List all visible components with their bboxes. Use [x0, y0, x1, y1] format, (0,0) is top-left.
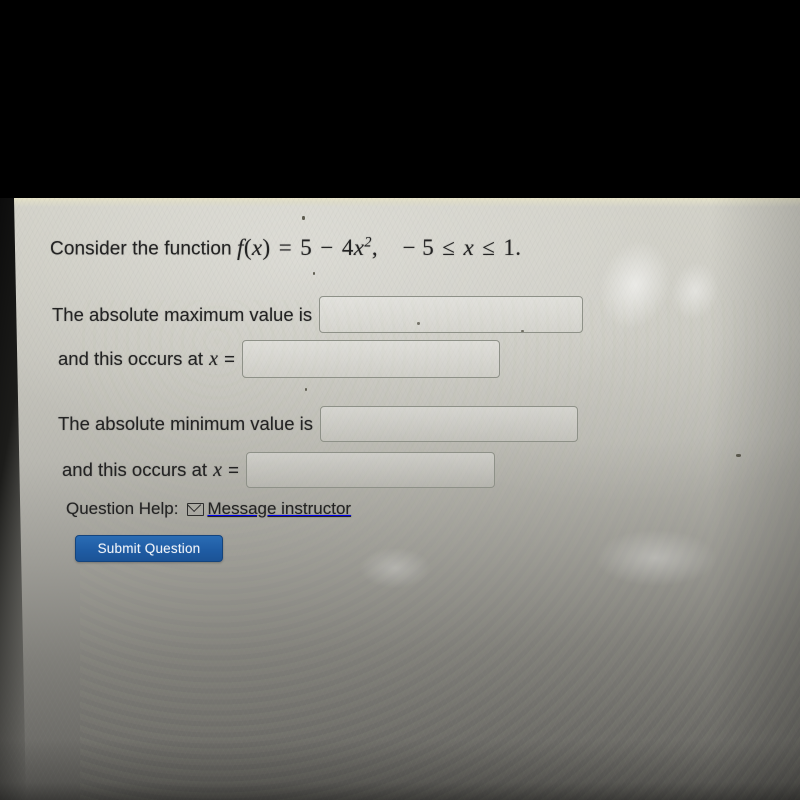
min-x-label-before: and this occurs at	[62, 458, 207, 480]
function-name: f	[237, 234, 244, 260]
absolute-minimum-value-input[interactable]	[320, 406, 578, 442]
min-x-label-after: =	[228, 458, 239, 480]
paren-open: (	[243, 234, 252, 260]
constant-term: 5	[300, 234, 313, 260]
max-x-label-after: =	[224, 347, 235, 369]
min-value-label: The absolute minimum value is	[58, 413, 313, 434]
domain-lower-bound: − 5	[402, 234, 435, 260]
question-prompt: Consider the function f(x) = 5 − 4x2, − …	[50, 234, 521, 261]
prompt-prefix-text: Consider the function	[50, 238, 232, 260]
max-x-label-variable: x	[209, 347, 219, 370]
max-x-label: and this occurs at x =	[58, 348, 235, 371]
exponent: 2	[364, 234, 372, 250]
min-value-row: The absolute minimum value is	[58, 406, 578, 442]
absolute-maximum-value-input[interactable]	[319, 296, 584, 333]
less-equal-sign-left: ≤	[442, 234, 456, 260]
min-x-label: and this occurs at x =	[62, 459, 239, 482]
message-instructor-link[interactable]: Message instructor	[187, 499, 351, 519]
minus-sign: −	[320, 234, 334, 260]
domain-upper-bound: 1	[503, 234, 516, 260]
max-x-row: and this occurs at x =	[58, 340, 500, 378]
paren-close: )	[262, 234, 271, 260]
screenshot-root: Consider the function f(x) = 5 − 4x2, − …	[0, 0, 800, 800]
question-help-label: Question Help:	[66, 499, 179, 518]
quiz-page-content: Consider the function f(x) = 5 − 4x2, − …	[0, 198, 800, 800]
less-equal-sign-right: ≤	[482, 234, 496, 260]
max-value-label: The absolute maximum value is	[52, 303, 313, 325]
question-help-row: Question Help: Message instructor	[66, 499, 351, 519]
submit-question-button[interactable]: Submit Question	[75, 535, 223, 562]
max-value-row: The absolute maximum value is	[52, 296, 584, 333]
min-x-label-variable: x	[213, 458, 223, 481]
absolute-minimum-x-input[interactable]	[245, 452, 495, 488]
coefficient: 4	[341, 234, 354, 260]
period: .	[515, 234, 522, 260]
function-argument: x	[251, 234, 263, 260]
comma: ,	[371, 234, 379, 260]
domain-variable: x	[463, 234, 475, 260]
quadratic-variable: x	[353, 234, 365, 260]
min-x-row: and this occurs at x =	[62, 452, 495, 488]
absolute-maximum-x-input[interactable]	[241, 340, 500, 378]
message-instructor-label: Message instructor	[207, 499, 352, 518]
equals-sign: =	[278, 234, 293, 260]
function-expression: f(x) = 5 − 4x2, − 5 ≤ x ≤ 1.	[237, 234, 522, 260]
max-x-label-before: and this occurs at	[58, 347, 203, 369]
envelope-icon	[187, 502, 205, 516]
